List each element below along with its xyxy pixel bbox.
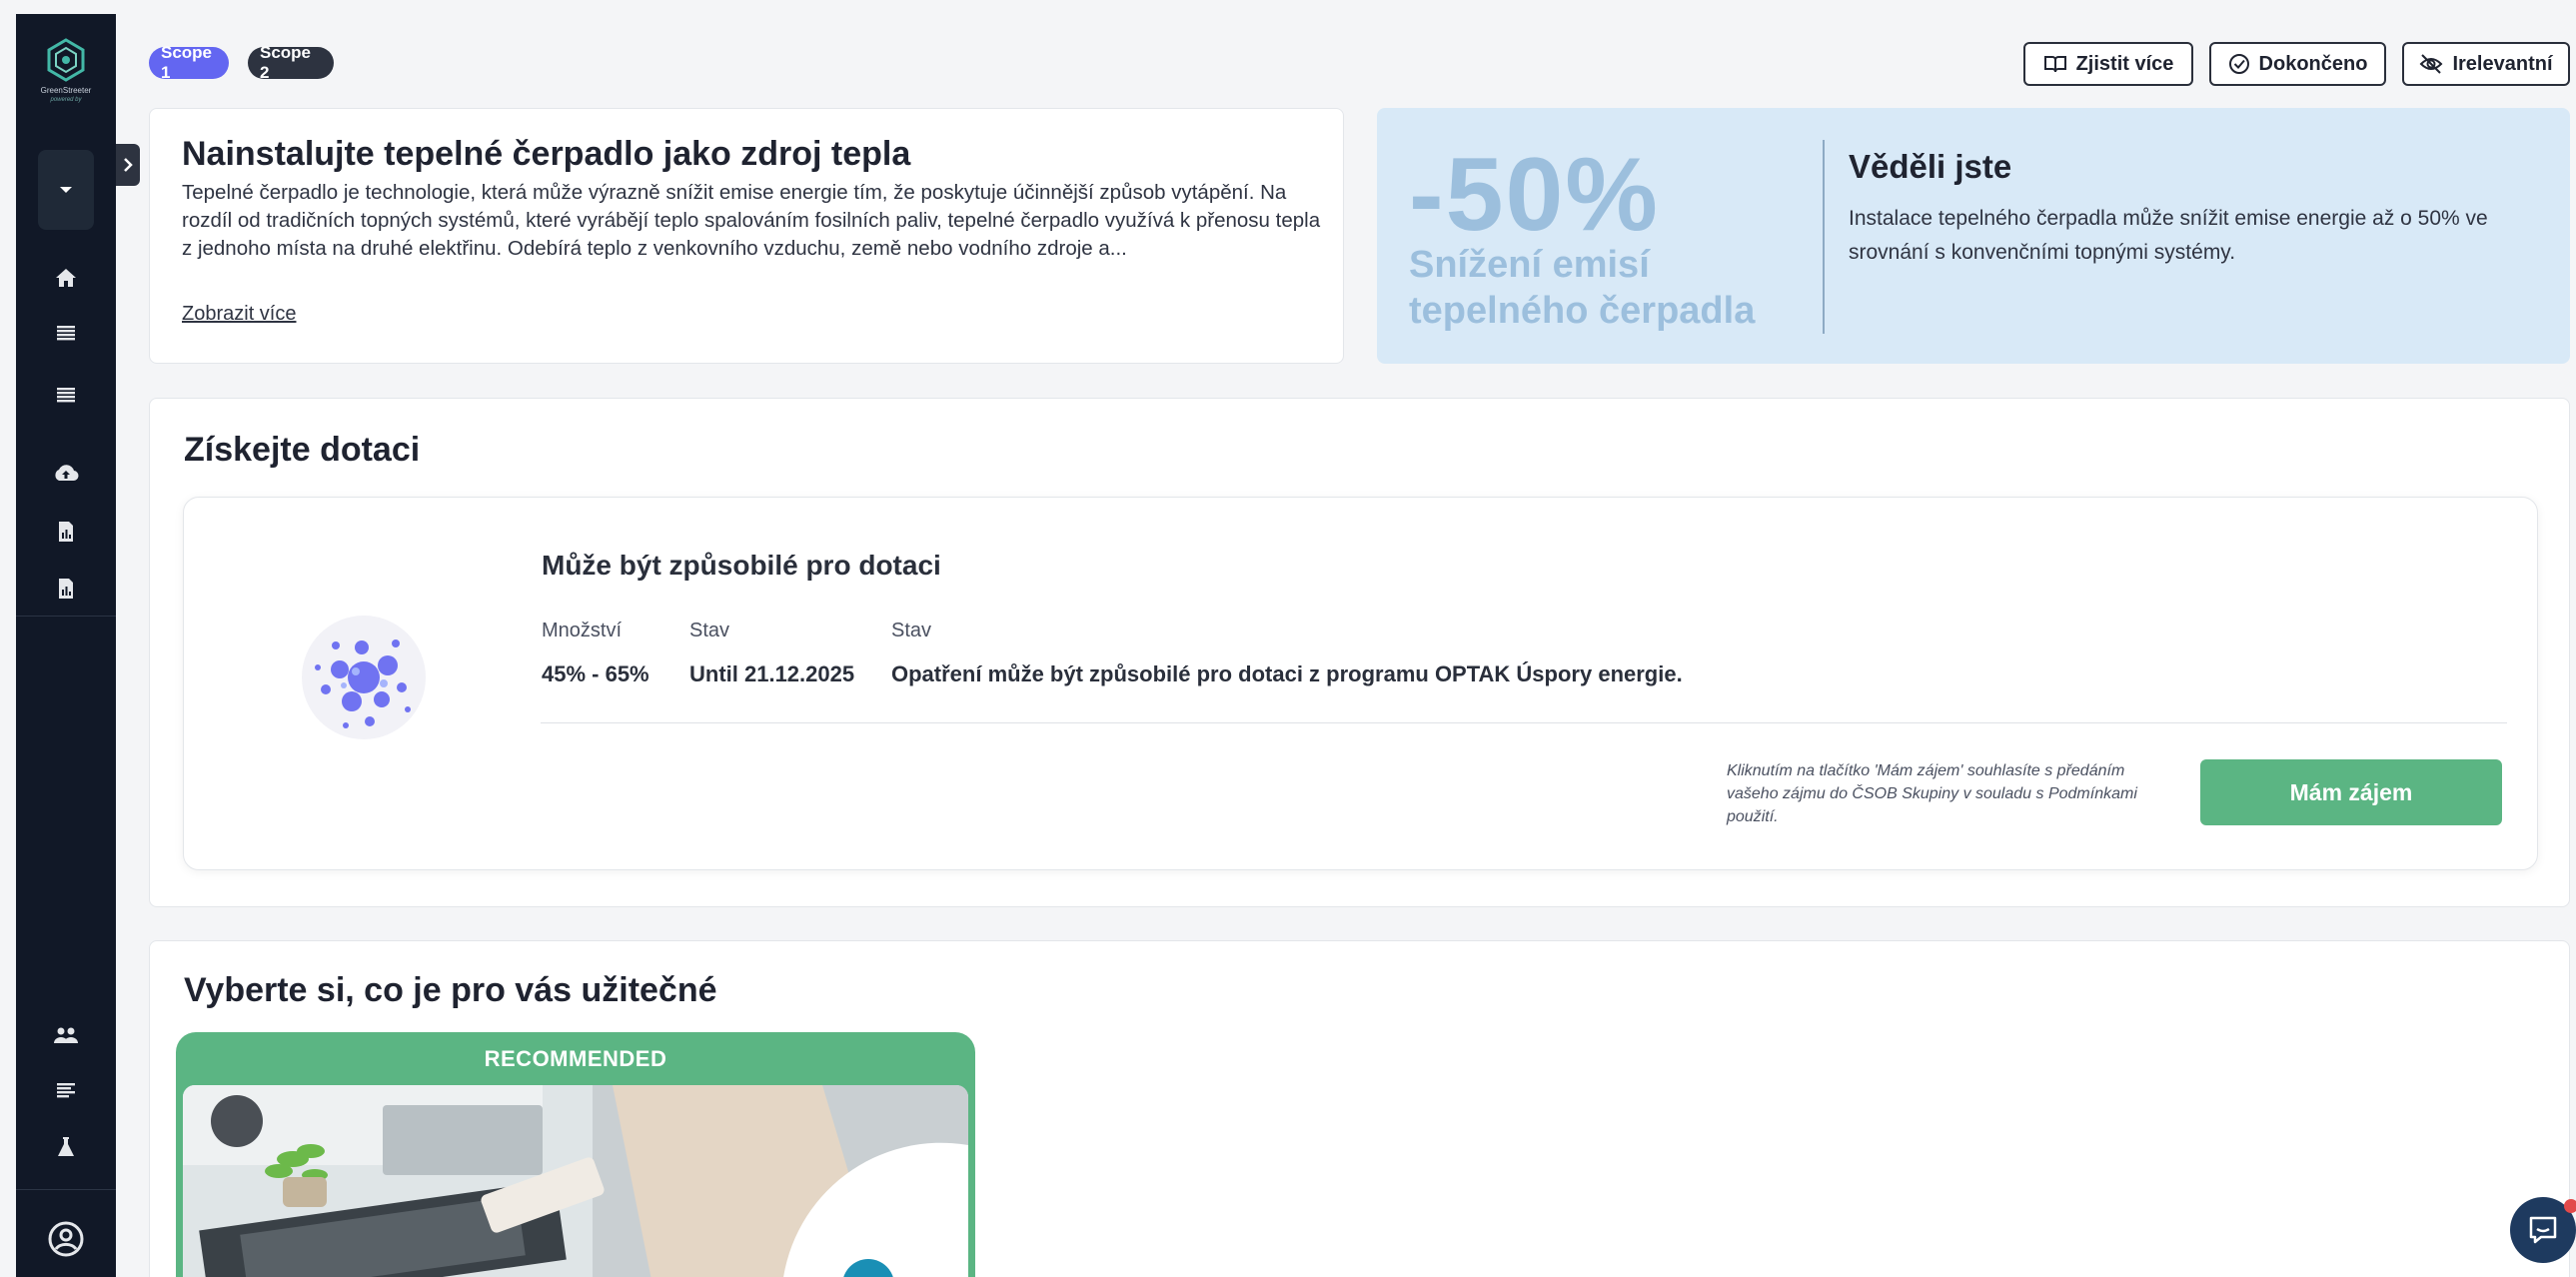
grant-title: Může být způsobilé pro dotaci <box>542 550 941 581</box>
molecule-illustration-icon <box>302 616 426 739</box>
fact-card: -50% Snížení emisí tepelného čerpadla Vě… <box>1377 108 2570 364</box>
status-value: Opatření může být způsobilé pro dotaci z… <box>891 661 1683 686</box>
logo-text: GreenStreeter <box>40 86 92 95</box>
measure-info-card: Nainstalujte tepelné čerpadlo jako zdroj… <box>149 108 1344 364</box>
logo-subtext: powered by <box>50 97 82 103</box>
cloud-upload-icon[interactable] <box>50 458 82 490</box>
interested-button[interactable]: Mám zájem <box>2200 759 2502 825</box>
recommended-badge: RECOMMENDED <box>484 1046 667 1071</box>
flask-icon[interactable] <box>50 1131 82 1163</box>
recommended-image <box>183 1085 968 1277</box>
sidebar-divider <box>16 1189 116 1190</box>
report-icon[interactable] <box>50 573 82 605</box>
grant-card: Může být způsobilé pro dotaci Množství S… <box>183 497 2538 870</box>
check-circle-icon <box>2228 54 2249 74</box>
chat-notification-badge <box>2564 1199 2576 1213</box>
logo-hexagon-icon <box>47 38 85 82</box>
irrelevant-label: Irelevantní <box>2452 52 2553 75</box>
scope-1-chip[interactable]: Scope 1 <box>149 43 229 82</box>
fact-divider <box>1823 140 1825 334</box>
measure-description: Tepelné čerpadlo je technologie, která m… <box>182 181 1321 260</box>
measure-title: Nainstalujte tepelné čerpadlo jako zdroj… <box>182 135 911 173</box>
fact-big-value: -50% <box>1409 137 1660 253</box>
chevron-right-icon <box>124 158 133 172</box>
chat-icon <box>2529 1216 2557 1244</box>
app-logo[interactable]: GreenStreeter powered by <box>38 38 94 128</box>
caret-down-icon <box>60 187 72 193</box>
sidebar-toggle-button[interactable] <box>116 144 140 186</box>
amount-label: Množství <box>542 620 623 641</box>
deadline-value: Until 21.12.2025 <box>689 661 855 686</box>
eye-off-icon <box>2420 54 2443 74</box>
done-label: Dokončeno <box>2258 52 2368 75</box>
done-button[interactable]: Dokončeno <box>2209 42 2386 86</box>
home-icon[interactable] <box>50 262 82 294</box>
sidebar-divider <box>16 616 116 617</box>
learn-more-button[interactable]: Zjistit více <box>2023 42 2193 86</box>
fact-title: Věděli jste <box>1849 148 2012 185</box>
scope-2-chip[interactable]: Scope 2 <box>248 43 334 82</box>
status-label: Stav <box>891 620 932 641</box>
user-circle-icon[interactable] <box>46 1219 86 1259</box>
learn-more-label: Zjistit více <box>2075 52 2174 75</box>
fact-text: Instalace tepelného čerpadla může snížit… <box>1849 207 2488 264</box>
show-more-link[interactable]: Zobrazit více <box>182 303 296 326</box>
workspace-dropdown[interactable] <box>38 150 94 230</box>
recommended-card[interactable]: RECOMMENDED <box>176 1032 975 1277</box>
list-icon[interactable] <box>50 380 82 412</box>
status-label: Stav <box>689 620 730 641</box>
fact-subtitle: Snížení emisí tepelného čerpadla <box>1409 244 1756 332</box>
grant-section-title: Získejte dotaci <box>184 431 421 469</box>
amount-value: 45% - 65% <box>542 661 649 686</box>
useful-section-title: Vyberte si, co je pro vás užitečné <box>184 971 717 1009</box>
grant-divider <box>541 722 2507 723</box>
sidebar: GreenStreeter powered by <box>16 14 116 1277</box>
consent-note: Kliknutím na tlačítko 'Mám zájem' souhla… <box>1727 762 2137 825</box>
report-icon[interactable] <box>50 516 82 548</box>
book-icon <box>2043 56 2066 73</box>
notes-icon[interactable] <box>50 1075 82 1107</box>
list-icon[interactable] <box>50 318 82 350</box>
people-icon[interactable] <box>50 1019 82 1051</box>
irrelevant-button[interactable]: Irelevantní <box>2402 42 2570 86</box>
